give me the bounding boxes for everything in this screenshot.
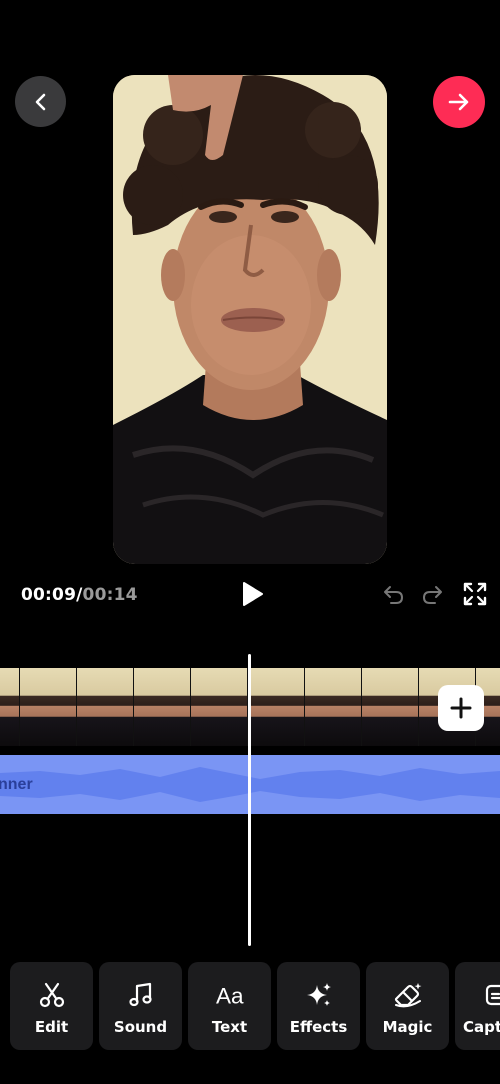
undo-icon [384,586,403,604]
sound-tool-button[interactable]: Sound [99,962,182,1050]
play-icon [243,582,263,606]
expand-icon [463,582,487,606]
fullscreen-button[interactable] [462,581,488,607]
redo-button[interactable] [421,582,445,606]
clip-thumbnail [0,668,20,746]
redo-icon [423,586,442,604]
text-tool-label: Text [211,1018,248,1036]
sparkles-icon [306,983,331,1006]
clip-thumbnail [305,668,362,746]
magic-tool-label: Magic [382,1018,433,1036]
edit-tool-label: Edit [34,1018,69,1036]
chevron-left-icon [35,93,45,110]
text-aa-icon: Aa [215,983,243,1008]
total-time: 00:14 [82,585,138,605]
clip-thumbnail [248,668,305,746]
captions-tool-label: Capt [463,1018,500,1036]
clip-thumbnail [77,668,134,746]
edit-tool-button[interactable]: Edit [10,962,93,1050]
magic-eraser-icon [394,983,421,1008]
magic-tool-button[interactable]: Magic [366,962,449,1050]
music-note-icon [128,982,152,1007]
effects-tool-label: Effects [289,1018,348,1036]
audio-track-label: nner [0,776,33,793]
clip-thumbnail [362,668,419,746]
arrow-right-icon [448,93,469,111]
captions-icon [485,984,500,1006]
next-button[interactable] [433,76,485,128]
svg-text:Aa: Aa [215,983,243,1008]
back-button[interactable] [15,76,66,127]
clip-thumbnail [134,668,191,746]
sound-tool-label: Sound [113,1018,168,1036]
play-button[interactable] [238,580,266,608]
captions-tool-button[interactable]: Capt [455,962,500,1050]
current-time: 00:09 [21,585,77,605]
plus-icon [450,697,472,719]
scissors-icon [39,982,64,1008]
clip-thumbnail [191,668,248,746]
clip-thumbnail [20,668,77,746]
text-tool-button[interactable]: Aa Text [188,962,271,1050]
time-display: 00:09/00:14 [21,585,138,605]
bottom-toolbar: Edit Sound Aa Text Effects Magic Capt [0,962,500,1050]
add-clip-button[interactable] [438,685,484,731]
video-frame-image [113,75,387,564]
effects-tool-button[interactable]: Effects [277,962,360,1050]
undo-button[interactable] [381,582,405,606]
video-preview[interactable] [113,75,387,564]
playhead[interactable] [248,654,251,946]
